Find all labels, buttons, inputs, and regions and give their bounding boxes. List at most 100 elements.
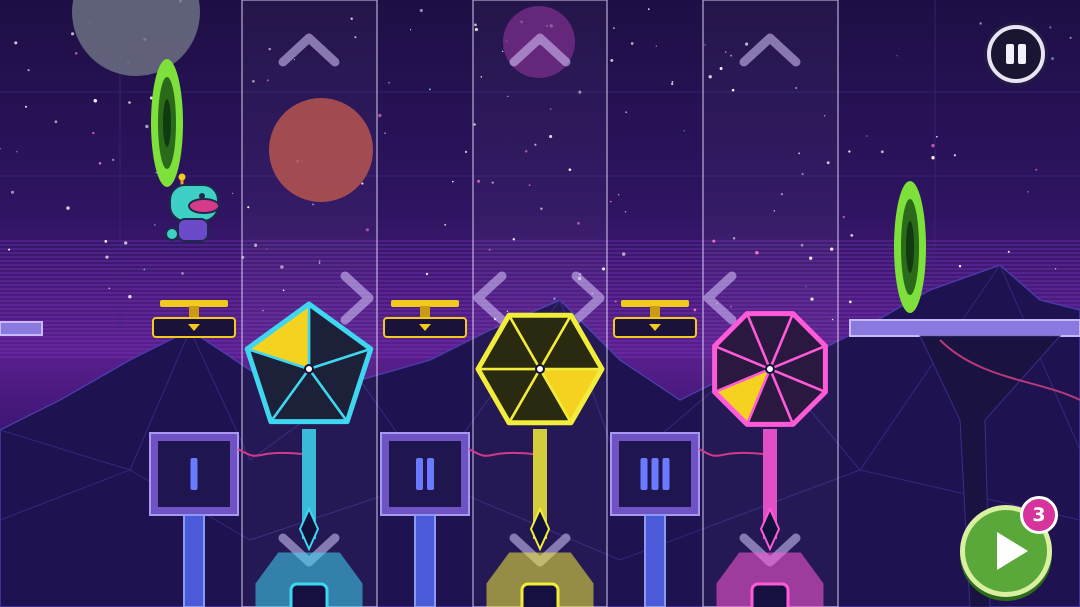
star: [671, 82, 674, 86]
star: [842, 215, 845, 219]
star: [848, 300, 852, 304]
star: [1049, 26, 1052, 29]
star: [1007, 250, 1010, 253]
lever-pad[interactable]: [152, 300, 236, 338]
star: [1027, 191, 1029, 193]
pillar-base-socket: [289, 582, 329, 607]
numeral-block-post: [183, 514, 205, 607]
star: [98, 162, 102, 165]
star: [8, 248, 11, 251]
star: [850, 234, 854, 237]
star: [143, 268, 146, 271]
star: [74, 51, 78, 55]
star: [112, 158, 115, 162]
star: [896, 55, 898, 57]
star: [27, 68, 30, 72]
star: [848, 150, 851, 153]
game-stage: 3: [0, 0, 1080, 607]
star: [655, 45, 657, 47]
pause-button[interactable]: [987, 25, 1045, 83]
star: [1051, 57, 1055, 61]
dial-hub: [535, 364, 545, 374]
numeral-block-face: [389, 441, 461, 507]
lever-top: [621, 300, 689, 307]
star: [610, 58, 614, 62]
star: [181, 272, 184, 275]
star: [388, 81, 390, 84]
exit-portal: [894, 181, 926, 313]
puzzle-columns: [149, 0, 839, 607]
roman-numeral-bar: [651, 458, 659, 490]
play-icon: [997, 532, 1028, 570]
star: [145, 124, 149, 129]
star: [647, 8, 650, 11]
star: [108, 287, 111, 290]
star: [693, 308, 697, 312]
lever-stem: [420, 306, 430, 318]
game-scene: [0, 0, 1080, 607]
star: [54, 120, 58, 124]
numeral-block-post: [644, 514, 666, 607]
lever-stem: [189, 306, 199, 318]
star: [155, 171, 157, 174]
pillar-base-socket: [520, 582, 560, 607]
star: [625, 111, 628, 114]
star: [609, 200, 612, 203]
lever-top: [391, 300, 459, 307]
lever-stem: [650, 306, 660, 318]
star: [66, 206, 70, 210]
star: [624, 211, 627, 213]
pause-icon: [1006, 44, 1014, 64]
dial-hub: [765, 364, 775, 374]
star: [378, 113, 382, 118]
numeral-block-post: [414, 514, 436, 607]
star: [384, 132, 386, 135]
star: [128, 295, 132, 299]
star: [93, 98, 98, 103]
star: [931, 155, 935, 160]
star: [71, 32, 75, 36]
star: [614, 300, 617, 303]
lever-pad[interactable]: [383, 300, 467, 338]
star: [931, 143, 935, 148]
entry-portal: [151, 59, 183, 187]
star: [452, 180, 454, 183]
left-ledge: [0, 321, 43, 336]
star: [464, 150, 468, 154]
star: [613, 27, 615, 29]
star: [14, 41, 18, 45]
star: [1054, 268, 1057, 270]
star: [231, 192, 234, 195]
roman-numeral-bar: [427, 458, 434, 490]
star: [988, 38, 990, 40]
star: [671, 81, 674, 83]
roman-numeral-bar: [662, 458, 670, 490]
pillar-base-socket: [750, 582, 790, 607]
pause-icon-bar: [1018, 44, 1026, 64]
star: [953, 154, 956, 157]
star: [419, 8, 423, 13]
lever-top: [160, 300, 228, 307]
star: [429, 88, 431, 91]
star: [958, 264, 962, 268]
star: [10, 190, 15, 194]
star: [24, 105, 28, 108]
lever-pad[interactable]: [613, 300, 697, 338]
star: [92, 131, 95, 135]
star: [444, 223, 447, 226]
star: [124, 241, 128, 245]
dial-hub: [304, 364, 314, 374]
star: [425, 272, 429, 276]
roman-numeral-bar: [640, 458, 648, 490]
star: [104, 240, 108, 243]
star: [979, 22, 982, 25]
star: [683, 130, 686, 132]
star: [1069, 36, 1072, 39]
star: [617, 194, 620, 196]
star: [936, 135, 938, 138]
moves-remaining-badge: 3: [1020, 496, 1058, 534]
star: [621, 252, 626, 256]
star: [410, 29, 412, 31]
star: [128, 101, 131, 104]
star: [865, 135, 868, 137]
